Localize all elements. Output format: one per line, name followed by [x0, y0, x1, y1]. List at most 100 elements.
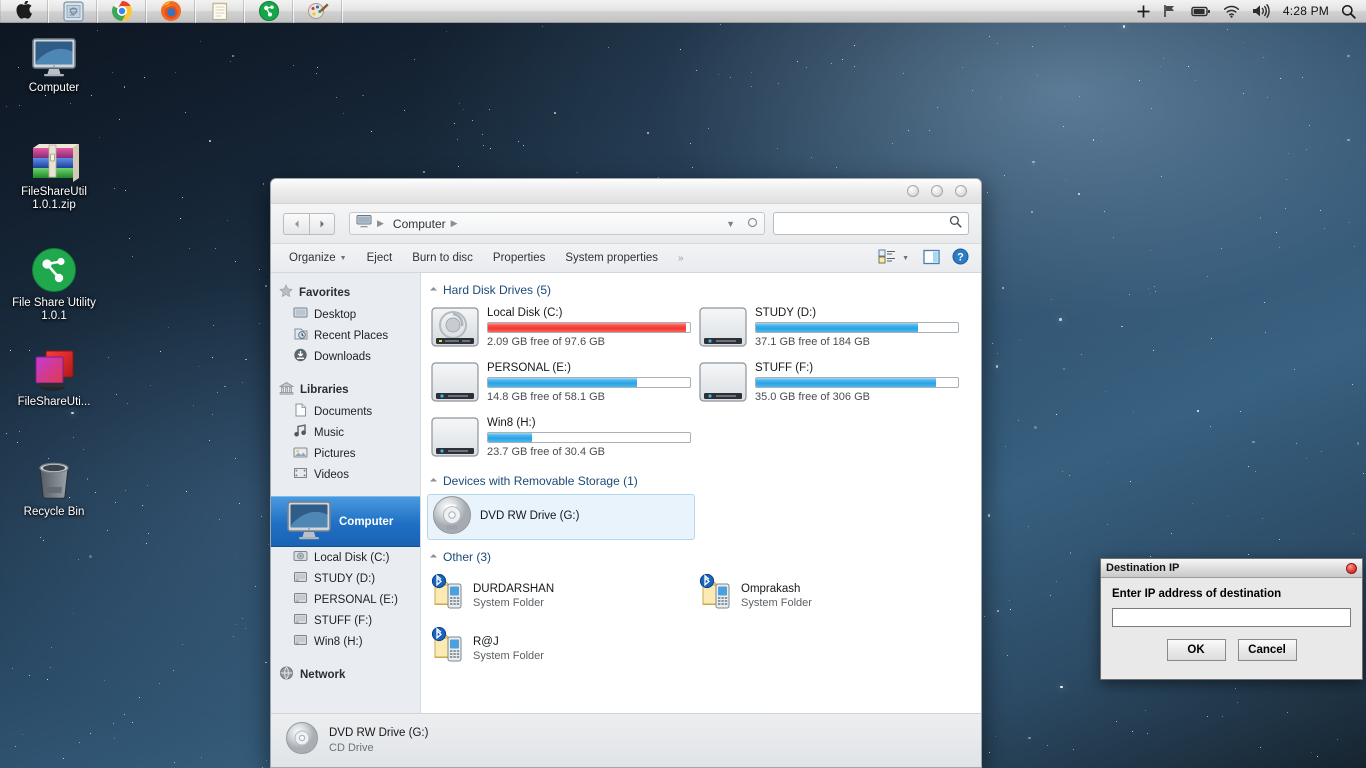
- dialog-title: Destination IP: [1106, 562, 1180, 574]
- toolbar-overflow-button[interactable]: »: [668, 250, 694, 267]
- sidebar-item-videos[interactable]: Videos: [271, 464, 420, 485]
- organize-button[interactable]: Organize ▼: [279, 249, 357, 267]
- forward-arrow-icon[interactable]: [309, 212, 335, 235]
- removable-device-tile[interactable]: DVD DVD RW Drive (G:): [427, 494, 695, 540]
- dialog-title-bar[interactable]: Destination IP: [1101, 559, 1362, 578]
- sidebar-item-libraries[interactable]: Libraries: [271, 378, 420, 401]
- notepad-icon[interactable]: [196, 0, 245, 23]
- jar-app-icon: [6, 342, 102, 392]
- close-button[interactable]: [955, 185, 967, 197]
- toolbar-right-group: ▼ ?: [878, 248, 973, 268]
- flag-icon[interactable]: [1163, 4, 1179, 18]
- desktop-icon-recycle-bin[interactable]: Recycle Bin: [6, 452, 102, 519]
- sidebar-item-pictures[interactable]: Pictures: [271, 443, 420, 464]
- collapse-triangle-icon[interactable]: [429, 286, 438, 294]
- chevron-down-icon[interactable]: ▼: [726, 219, 735, 229]
- collapse-triangle-icon[interactable]: [429, 477, 438, 485]
- burn-to-disc-button[interactable]: Burn to disc: [402, 249, 483, 267]
- collapse-triangle-icon[interactable]: [429, 553, 438, 561]
- sidebar-item-label: Recent Places: [314, 329, 389, 342]
- other-group-header[interactable]: Other (3): [429, 550, 971, 564]
- sidebar-item-label: Videos: [314, 468, 349, 481]
- disk-icon: [699, 361, 747, 408]
- drive-tile[interactable]: STUFF (F:) 35.0 GB free of 306 GB: [695, 358, 963, 411]
- hard-disks-group-header[interactable]: Hard Disk Drives (5): [429, 283, 971, 297]
- sidebar-item-downloads[interactable]: Downloads: [271, 346, 420, 367]
- breadcrumb-computer[interactable]: Computer: [393, 217, 446, 231]
- drive-tile[interactable]: Local Disk (C:) 2.09 GB free of 97.6 GB: [427, 303, 695, 356]
- sidebar-item-study-d[interactable]: STUDY (D:): [271, 568, 420, 589]
- drive-tile[interactable]: STUDY (D:) 37.1 GB free of 184 GB: [695, 303, 963, 356]
- search-input[interactable]: [780, 217, 949, 230]
- status-title: DVD RW Drive (G:): [329, 727, 429, 739]
- sidebar-item-documents[interactable]: Documents: [271, 401, 420, 422]
- drive-tile[interactable]: Win8 (H:) 23.7 GB free of 30.4 GB: [427, 413, 695, 466]
- other-device-tile[interactable]: R@J System Folder: [427, 623, 695, 672]
- ok-button[interactable]: OK: [1166, 638, 1226, 661]
- volume-icon[interactable]: [1252, 4, 1271, 18]
- drive-free-space: 37.1 GB free of 184 GB: [755, 336, 870, 348]
- sidebar-item-label: Music: [314, 426, 345, 439]
- command-toolbar: Organize ▼ Eject Burn to disc Properties…: [271, 244, 981, 273]
- sidebar-item-personal-e[interactable]: PERSONAL (E:): [271, 589, 420, 610]
- search-icon[interactable]: [949, 215, 962, 233]
- properties-button[interactable]: Properties: [483, 249, 555, 267]
- eject-button[interactable]: Eject: [357, 249, 403, 267]
- search-icon[interactable]: [1341, 4, 1356, 19]
- paint-icon[interactable]: [294, 0, 343, 23]
- sidebar-item-desktop[interactable]: Desktop: [271, 304, 420, 325]
- drive-tile[interactable]: PERSONAL (E:) 14.8 GB free of 58.1 GB: [427, 358, 695, 411]
- drive-grid: Local Disk (C:) 2.09 GB free of 97.6 GB ST…: [427, 303, 971, 468]
- sidebar-item-computer[interactable]: Computer: [271, 496, 420, 547]
- sidebar-item-win8-h[interactable]: Win8 (H:): [271, 631, 420, 652]
- chrome-icon[interactable]: [98, 0, 147, 23]
- finder-icon[interactable]: [49, 0, 98, 23]
- help-icon[interactable]: ?: [952, 248, 969, 268]
- drive-name: Local Disk (C:): [487, 307, 563, 319]
- desktop-icon-share-app[interactable]: File Share Utility 1.0.1: [6, 243, 102, 323]
- sidebar-item-stuff-f[interactable]: STUFF (F:): [271, 610, 420, 631]
- apple-menu-icon[interactable]: [0, 0, 49, 23]
- minimize-button[interactable]: [907, 185, 919, 197]
- sidebar-item-music[interactable]: Music: [271, 422, 420, 443]
- removable-group-header[interactable]: Devices with Removable Storage (1): [429, 474, 971, 488]
- window-controls: [907, 185, 967, 197]
- view-layout-icon[interactable]: [878, 249, 896, 267]
- maximize-button[interactable]: [931, 185, 943, 197]
- back-arrow-icon[interactable]: [283, 212, 309, 235]
- desktop-icon-jar-app[interactable]: FileShareUti...: [6, 342, 102, 409]
- sidebar-item-label: Desktop: [314, 308, 357, 321]
- drive-icon: [293, 570, 308, 587]
- desktop-icon-zip-archive[interactable]: FileShareUtil 1.0.1.zip: [6, 132, 102, 212]
- sidebar-item-favorites[interactable]: Favorites: [271, 281, 420, 304]
- ip-address-input[interactable]: [1112, 607, 1351, 627]
- search-box[interactable]: [773, 212, 969, 235]
- wifi-icon[interactable]: [1223, 5, 1240, 18]
- preview-pane-icon[interactable]: [923, 249, 940, 268]
- refresh-icon[interactable]: [747, 217, 758, 230]
- drive-name: Win8 (H:): [487, 417, 536, 429]
- desktop-icon-computer[interactable]: Computer: [6, 28, 102, 95]
- sidebar-item-recent-places[interactable]: Recent Places: [271, 325, 420, 346]
- other-device-name: DURDARSHAN: [473, 583, 555, 595]
- plus-icon[interactable]: [1136, 4, 1151, 19]
- breadcrumb-separator-2[interactable]: ▶: [451, 218, 458, 229]
- nav-buttons: [283, 212, 335, 235]
- utility-icon[interactable]: [245, 0, 294, 23]
- other-device-tile[interactable]: Omprakash System Folder: [695, 570, 963, 619]
- system-properties-button[interactable]: System properties: [555, 249, 668, 267]
- sidebar-item-network[interactable]: Network: [271, 663, 420, 686]
- window-title-bar[interactable]: [271, 179, 981, 204]
- sidebar-item-local-disk-c[interactable]: Local Disk (C:): [271, 547, 420, 568]
- cancel-button[interactable]: Cancel: [1237, 638, 1297, 661]
- desktop-icon-label: FileShareUtil 1.0.1.zip: [21, 186, 87, 211]
- address-bar[interactable]: ▶ Computer ▶ ▼: [349, 212, 765, 235]
- close-icon[interactable]: [1346, 562, 1357, 574]
- firefox-icon[interactable]: [147, 0, 196, 23]
- other-device-tile[interactable]: DURDARSHAN System Folder: [427, 570, 695, 619]
- computer-icon: [356, 214, 372, 233]
- breadcrumb-separator: ▶: [377, 218, 384, 228]
- battery-icon[interactable]: [1191, 5, 1211, 18]
- system-disk-icon: [431, 306, 479, 353]
- views-chevron-down-icon[interactable]: ▼: [902, 255, 909, 262]
